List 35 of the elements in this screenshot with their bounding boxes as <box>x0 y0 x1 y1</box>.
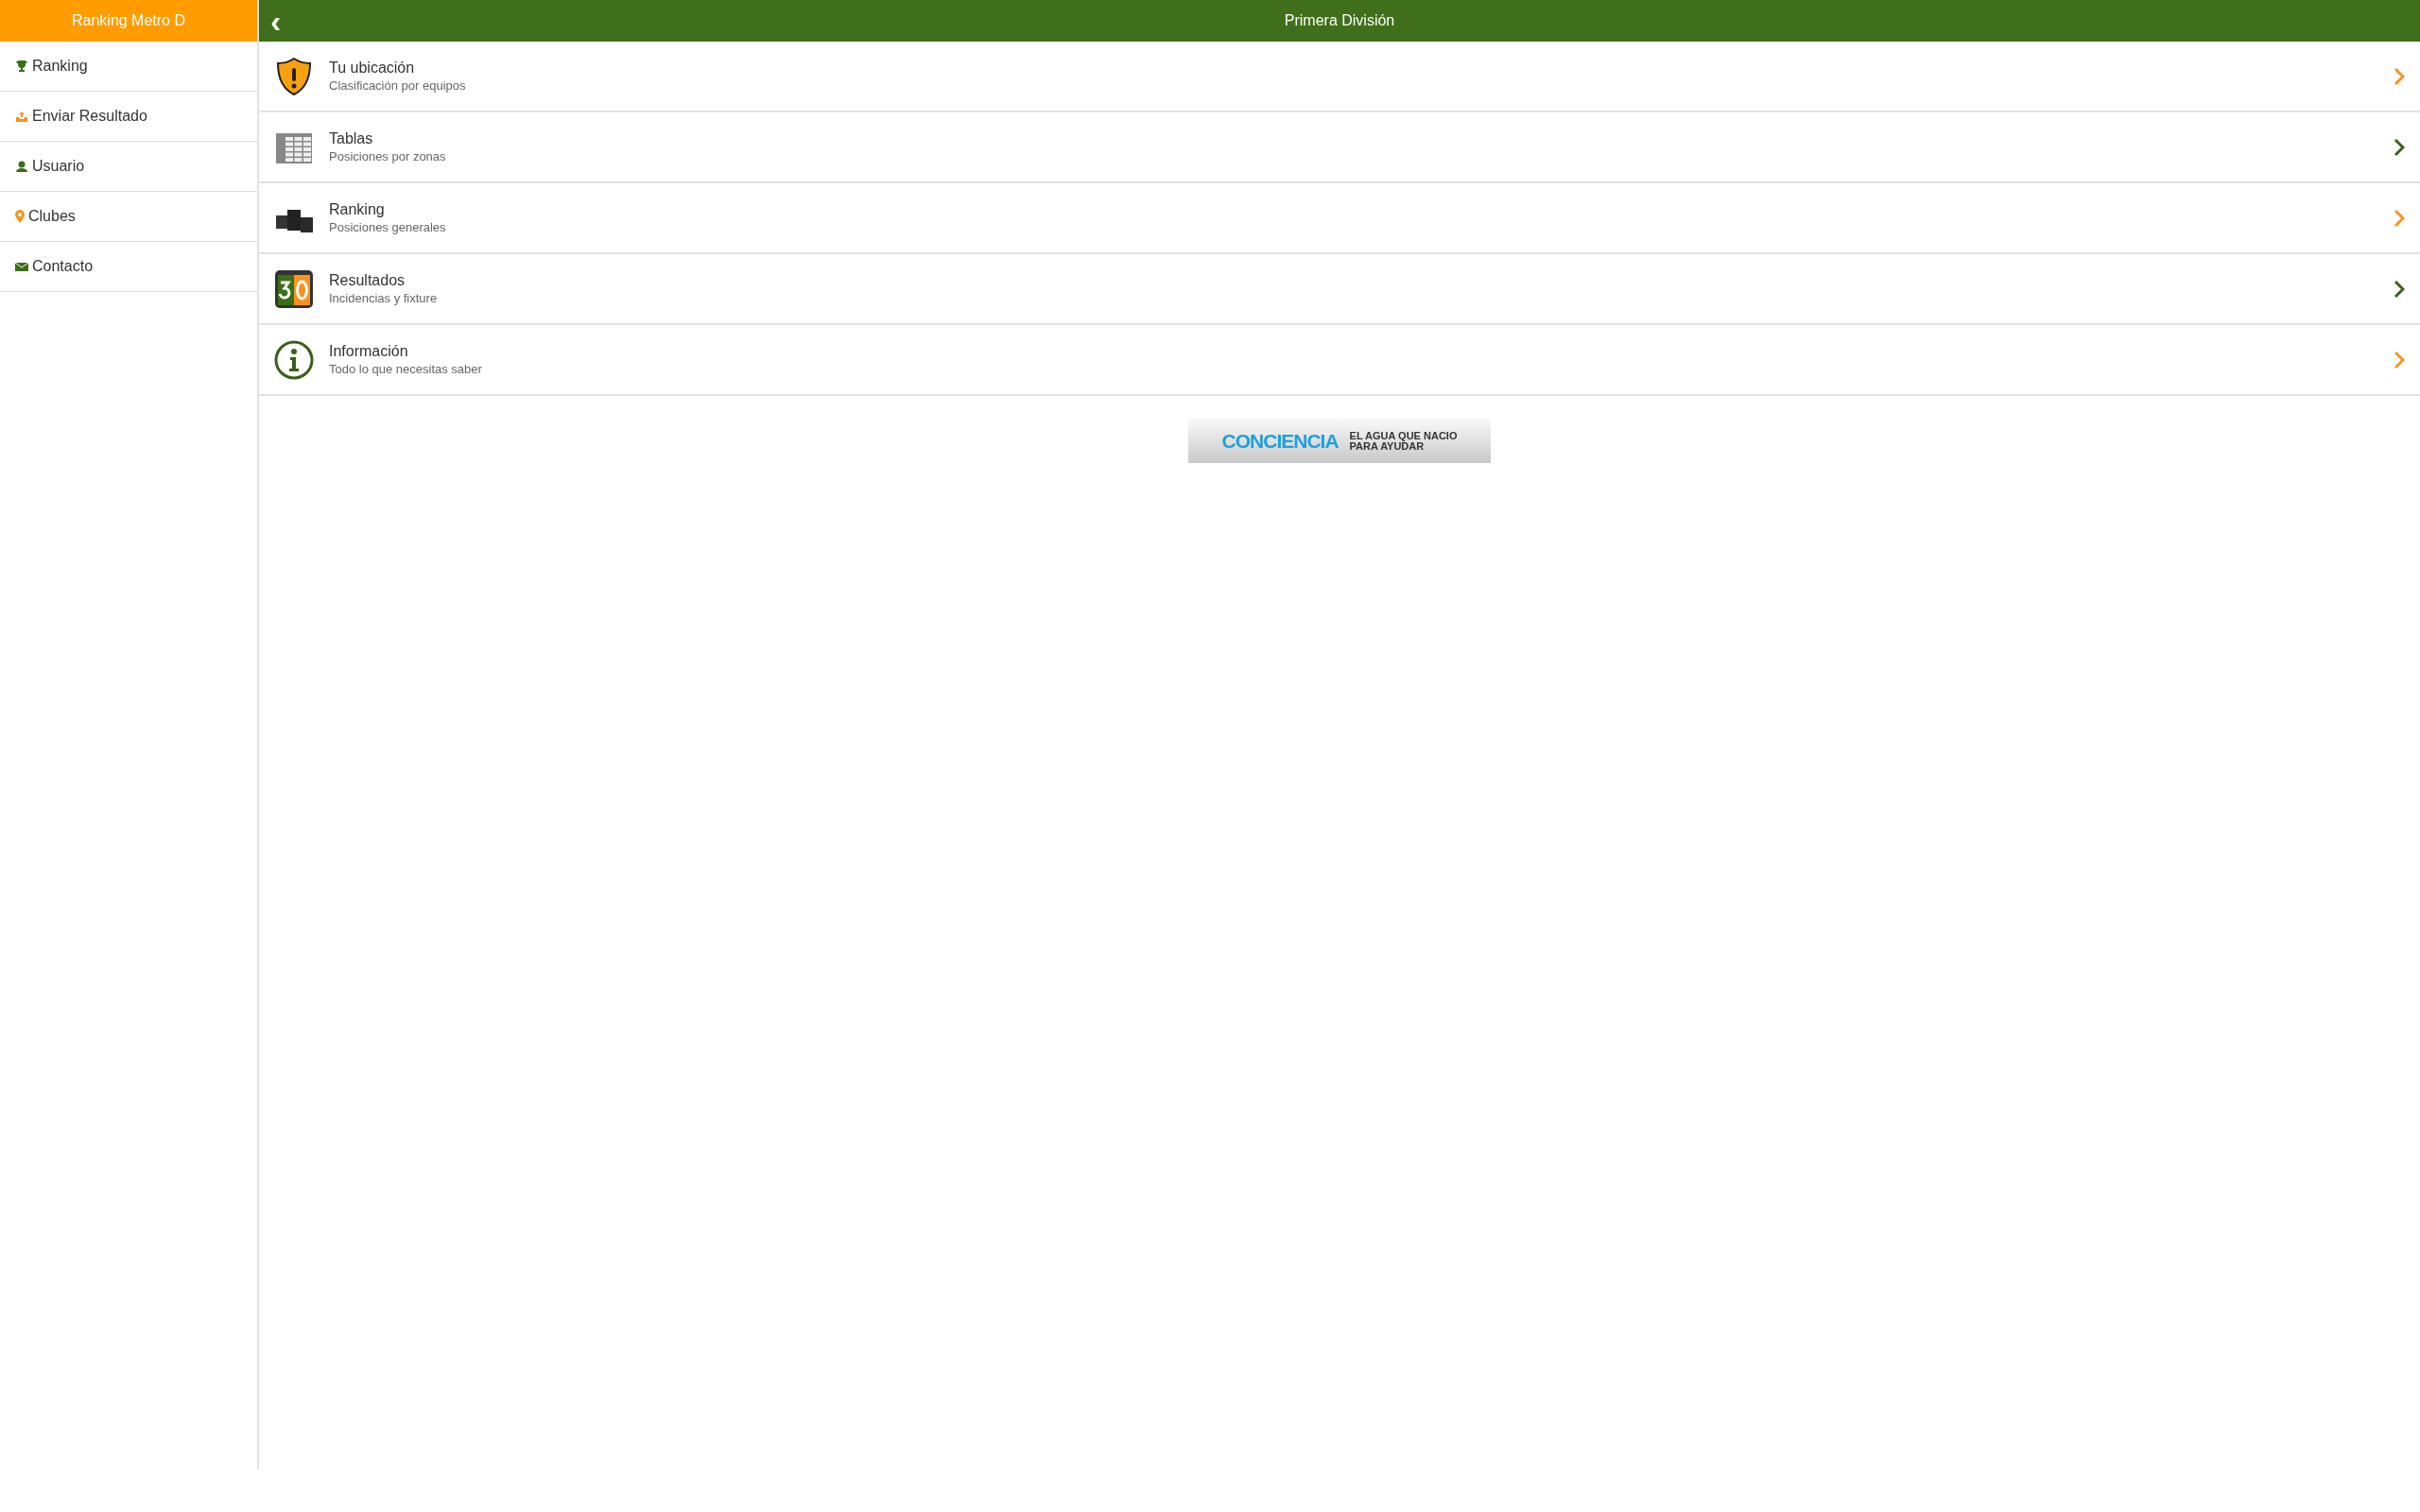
header-title: Primera División <box>1284 11 1395 30</box>
tray-arrow-icon <box>15 110 28 123</box>
info-icon <box>274 339 314 380</box>
scoreboard-icon <box>274 268 314 309</box>
menu-item-subtitle: Todo lo que necesitas saber <box>329 360 483 378</box>
sidebar-item[interactable]: Usuario <box>0 142 257 192</box>
sidebar-title: Ranking Metro D <box>0 0 257 42</box>
banner-tagline: EL AGUA QUE NACIO <box>1349 430 1458 441</box>
envelope-icon <box>15 260 28 273</box>
banner-tagline: PARA AYUDAR <box>1349 440 1426 452</box>
back-button[interactable]: ‹ <box>267 0 285 42</box>
menu-item-subtitle: Clasificación por equipos <box>329 77 467 94</box>
menu-item[interactable]: Tablas Posiciones por zonas <box>259 112 2420 183</box>
user-icon <box>15 160 28 173</box>
menu-item-subtitle: Posiciones por zonas <box>329 147 447 165</box>
menu-item[interactable]: Tu ubicación Clasificación por equipos <box>259 42 2420 112</box>
menu-item-title: Información <box>329 341 409 361</box>
menu-item-title: Resultados <box>329 270 406 290</box>
location-pin-icon <box>15 210 25 223</box>
menu-item-subtitle: Posiciones generales <box>329 218 447 236</box>
banner-brand: CONCIENCIA <box>1221 428 1339 454</box>
ad-banner[interactable]: CONCIENCIA EL AGUA QUE NACIO PARA AYUDAR <box>1188 419 1491 463</box>
sidebar-item[interactable]: Enviar Resultado <box>0 92 257 142</box>
warning-shield-icon <box>274 56 314 96</box>
sidebar-item[interactable]: Contacto <box>0 242 257 292</box>
menu-item[interactable]: Ranking Posiciones generales <box>259 183 2420 254</box>
sidebar-item[interactable]: Ranking <box>0 42 257 92</box>
menu-item-title: Tu ubicación <box>329 58 416 77</box>
menu-item[interactable]: Información Todo lo que necesitas saber <box>259 325 2420 396</box>
menu-item[interactable]: Resultados Incidencias y fixture <box>259 254 2420 325</box>
menu-item-title: Tablas <box>329 129 374 148</box>
menu-item-subtitle: Incidencias y fixture <box>329 289 439 307</box>
sidebar-item[interactable]: Clubes <box>0 192 257 242</box>
trophy-icon <box>15 60 28 73</box>
menu-item-title: Ranking <box>329 199 386 219</box>
